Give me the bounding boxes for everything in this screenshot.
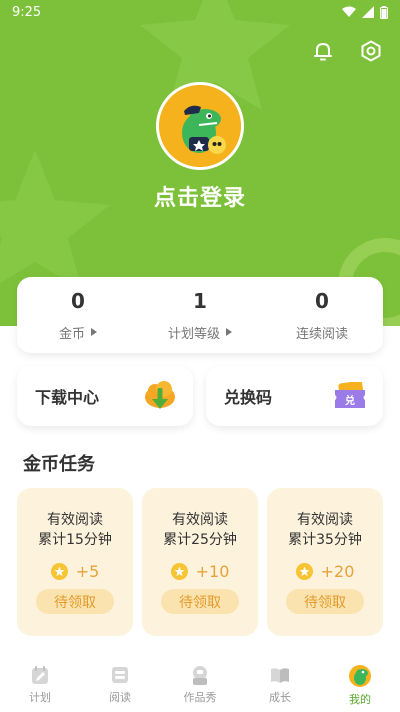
nav-label: 计划	[29, 691, 51, 704]
cloud-download-icon	[145, 381, 175, 409]
star-coin-icon	[170, 563, 188, 580]
ticket-icon: 兑	[335, 382, 365, 408]
svg-text:兑: 兑	[345, 394, 355, 407]
plan-icon	[32, 666, 48, 684]
header-actions	[310, 38, 384, 64]
star-decoration-icon	[0, 150, 110, 290]
stat-value: 0	[315, 288, 329, 313]
task-card: 有效阅读 累计25分钟 +10 待领取	[142, 488, 258, 636]
bottom-nav: 计划 阅读 作品秀 成长 我的	[0, 660, 400, 712]
coin-tasks-title: 金币任务	[23, 454, 95, 475]
download-center-button[interactable]: 下载中心	[17, 366, 193, 426]
signal-icon	[362, 6, 374, 18]
task-card: 有效阅读 累计15分钟 +5 待领取	[17, 488, 133, 636]
showcase-icon	[193, 666, 207, 685]
task-line-2: 累计35分钟	[288, 532, 362, 548]
notification-button[interactable]	[310, 38, 336, 64]
stat-streak: 0 连续阅读	[261, 277, 383, 353]
task-line-1: 有效阅读	[47, 512, 103, 528]
reward-row: +20	[295, 562, 355, 581]
nav-item-showcase[interactable]: 作品秀	[170, 660, 230, 712]
status-bar: 9:25	[0, 0, 400, 24]
nav-label: 成长	[269, 691, 291, 704]
stats-card: 0 金币 1 计划等级 0 连续阅读	[17, 277, 383, 353]
star-coin-icon	[50, 563, 68, 580]
login-prompt[interactable]: 点击登录	[0, 180, 400, 212]
stat-label: 连续阅读	[295, 326, 348, 342]
stat-label: 金币	[58, 326, 85, 342]
task-card: 有效阅读 累计35分钟 +20 待领取	[267, 488, 383, 636]
growth-icon	[271, 668, 289, 683]
gear-icon	[361, 40, 381, 62]
nav-label: 作品秀	[183, 691, 217, 704]
claim-button[interactable]: 待领取	[161, 589, 239, 614]
redeem-code-button[interactable]: 兑换码 兑	[206, 366, 383, 426]
nav-label: 我的	[349, 693, 371, 706]
profile-icon	[349, 665, 371, 687]
bell-icon	[314, 43, 332, 61]
claim-button[interactable]: 待领取	[36, 589, 114, 614]
task-line-2: 累计15分钟	[38, 532, 112, 548]
read-icon	[112, 667, 128, 683]
redeem-code-label: 兑换码	[224, 388, 273, 407]
stat-label: 计划等级	[167, 326, 220, 342]
nav-item-read[interactable]: 阅读	[90, 660, 150, 712]
stat-label-row: 连续阅读	[296, 323, 348, 342]
wifi-icon	[342, 6, 356, 17]
nav-item-profile[interactable]: 我的	[330, 660, 390, 712]
claim-button[interactable]: 待领取	[286, 589, 364, 614]
stat-value: 0	[71, 288, 85, 313]
stat-plan-level[interactable]: 1 计划等级	[139, 277, 261, 353]
stat-label-row: 金币	[59, 323, 97, 342]
stat-coins[interactable]: 0 金币	[17, 277, 139, 353]
stat-label-row: 计划等级	[168, 323, 232, 342]
nav-label: 阅读	[109, 691, 131, 704]
star-coin-icon	[295, 563, 313, 580]
play-arrow-icon	[91, 328, 97, 336]
reward-row: +10	[170, 562, 230, 581]
battery-icon	[380, 5, 388, 19]
status-icons	[342, 5, 388, 19]
avatar[interactable]	[156, 82, 244, 170]
stat-value: 1	[193, 288, 207, 313]
dinosaur-mascot-icon	[159, 85, 241, 167]
task-line-1: 有效阅读	[297, 512, 353, 528]
status-time: 9:25	[12, 4, 42, 20]
download-center-label: 下载中心	[35, 388, 100, 407]
settings-button[interactable]	[358, 38, 384, 64]
play-arrow-icon	[226, 328, 232, 336]
task-line-2: 累计25分钟	[163, 532, 237, 548]
reward-amount: +5	[75, 562, 100, 581]
reward-row: +5	[50, 562, 100, 581]
nav-item-growth[interactable]: 成长	[250, 660, 310, 712]
task-line-1: 有效阅读	[172, 512, 228, 528]
reward-amount: +20	[320, 562, 355, 581]
nav-item-plan[interactable]: 计划	[10, 660, 70, 712]
reward-amount: +10	[195, 562, 230, 581]
